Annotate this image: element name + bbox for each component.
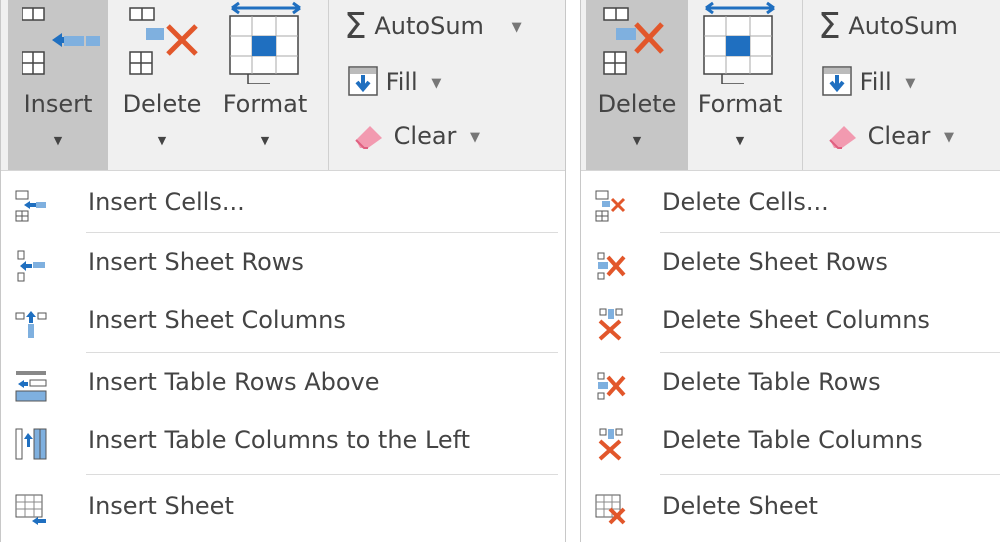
panel-border	[580, 0, 1000, 542]
insert-dropdown-panel: Insert ▼ Delete ▼ Format ▼ Σ AutoSum ▼ F…	[0, 0, 566, 542]
delete-dropdown-panel: Delete ▼ Format ▼ Σ AutoSum Fill ▼ Clear…	[580, 0, 1000, 542]
panel-border	[0, 0, 566, 542]
